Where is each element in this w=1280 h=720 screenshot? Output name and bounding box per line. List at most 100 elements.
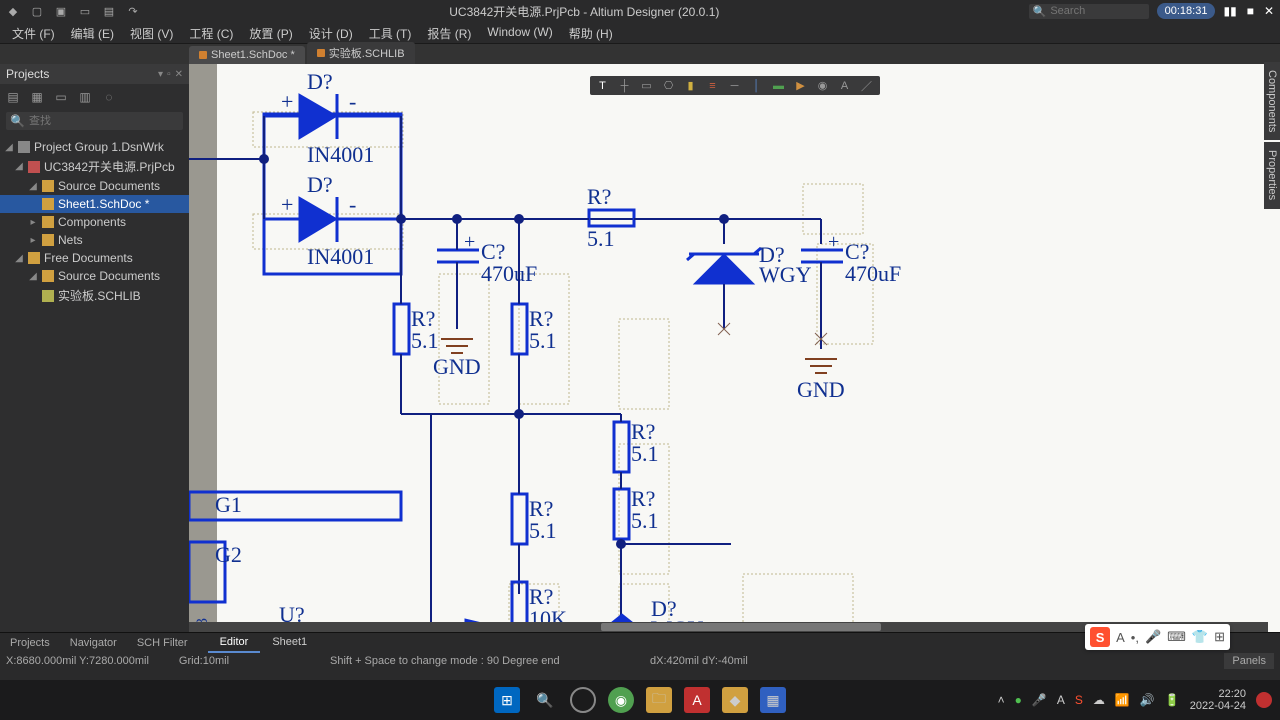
status-bar: X:8680.000mil Y:7280.000mil Grid:10mil S… (0, 652, 1280, 670)
tb-icon-2[interactable]: ▣ (54, 4, 68, 18)
ime-skin-icon[interactable]: 👕 (1192, 629, 1208, 645)
tool-poly-icon[interactable]: ▬ (769, 78, 789, 93)
stop-button[interactable]: ■ (1247, 4, 1254, 18)
menu-place[interactable]: 放置 (P) (241, 22, 300, 43)
app-icon[interactable]: ◆ (6, 4, 20, 18)
projects-search[interactable]: 🔍 (6, 112, 183, 130)
menu-help[interactable]: 帮助 (H) (561, 22, 621, 43)
tree-project[interactable]: ◢UC3842开关电源.PrjPcb (0, 156, 189, 177)
tool-net-icon[interactable]: ┼ (615, 78, 635, 93)
tray-notify-icon[interactable] (1256, 692, 1272, 708)
tool-icon-1[interactable]: ▤ (6, 90, 20, 104)
menu-design[interactable]: 设计 (D) (301, 22, 361, 43)
tree-srcdocs2[interactable]: ◢Source Documents (0, 267, 189, 285)
projects-search-input[interactable] (29, 115, 159, 127)
cortana-icon[interactable] (570, 687, 596, 713)
ime-toolbar[interactable]: S A •, 🎤 ⌨ 👕 ⊞ (1085, 624, 1230, 650)
tab-editor[interactable]: Editor (208, 633, 261, 653)
tree-srcdocs[interactable]: ◢Source Documents (0, 177, 189, 195)
start-button[interactable]: ⊞ (494, 687, 520, 713)
search-icon: 🔍 (1033, 5, 1047, 18)
close-button[interactable]: ✕ (1264, 4, 1274, 18)
tool-wire-icon[interactable]: │ (747, 78, 767, 93)
tool-harness-icon[interactable]: ◉ (813, 78, 833, 93)
taskbar: ⊞ 🔍 ◉ 🗀 A ◆ ▦ ˄ ● 🎤 A S ☁ 📶 🔊 🔋 22:20 20… (0, 680, 1280, 720)
tool-draw-icon[interactable]: ／ (857, 78, 877, 93)
tool-icon-4[interactable]: ▥ (78, 90, 92, 104)
ime-lang[interactable]: A (1116, 630, 1125, 645)
search-input[interactable] (1050, 5, 1130, 17)
ime-keyboard-icon[interactable]: ⌨ (1167, 629, 1186, 645)
ime-voice-icon[interactable]: 🎤 (1145, 629, 1161, 645)
menu-file[interactable]: 文件 (F) (4, 22, 63, 43)
tool-power-icon[interactable]: ≡ (703, 78, 723, 93)
tool-text-icon[interactable]: T (593, 78, 613, 93)
tab-sheet1-bottom[interactable]: Sheet1 (260, 633, 319, 653)
tool-bus-icon[interactable]: ▮ (681, 78, 701, 93)
tray-volume-icon[interactable]: 🔊 (1140, 693, 1155, 707)
menu-view[interactable]: 视图 (V) (122, 22, 181, 43)
tray-mic-icon[interactable]: 🎤 (1032, 693, 1047, 707)
tool-rect-icon[interactable]: ▭ (637, 78, 657, 93)
panels-button[interactable]: Panels (1224, 653, 1274, 669)
tree-srcdocs-label: Source Documents (58, 179, 160, 193)
menu-window[interactable]: Window (W) (479, 22, 560, 43)
tab-projects[interactable]: Projects (0, 634, 60, 652)
tree-freedocs[interactable]: ◢Free Documents (0, 249, 189, 267)
taskbar-search-icon[interactable]: 🔍 (532, 687, 558, 713)
tray-expand-icon[interactable]: ˄ (998, 693, 1005, 707)
app-icon-2[interactable]: ▦ (760, 687, 786, 713)
tray-app-icon[interactable]: ● (1015, 693, 1022, 707)
menu-edit[interactable]: 编辑 (E) (63, 22, 122, 43)
tool-line-icon[interactable]: ─ (725, 78, 745, 93)
panel-menu-icon[interactable]: ▾ (158, 69, 163, 80)
menu-tools[interactable]: 工具 (T) (361, 22, 420, 43)
svg-text:IN4001: IN4001 (307, 142, 374, 167)
autocad-icon[interactable]: A (684, 687, 710, 713)
tool-icon-3[interactable]: ▭ (54, 90, 68, 104)
menu-report[interactable]: 报告 (R) (419, 22, 479, 43)
svg-text:5.1: 5.1 (631, 441, 659, 466)
tree-components[interactable]: ▸Components (0, 213, 189, 231)
menu-project[interactable]: 工程 (C) (181, 22, 241, 43)
components-panel-tab[interactable]: Components (1264, 62, 1280, 140)
tool-part-icon[interactable]: ⎔ (659, 78, 679, 93)
ime-menu-icon[interactable]: ⊞ (1214, 629, 1225, 645)
properties-panel-tab[interactable]: Properties (1264, 142, 1280, 208)
global-search[interactable]: 🔍 (1029, 4, 1149, 19)
panel-pin-icon[interactable]: ▫ (167, 69, 171, 80)
tb-icon-1[interactable]: ▢ (30, 4, 44, 18)
tree-lib[interactable]: 实验板.SCHLIB (0, 285, 189, 306)
tray-clock[interactable]: 22:20 2022-04-24 (1190, 688, 1246, 712)
panel-close-icon[interactable]: ✕ (175, 69, 183, 80)
svg-text:-: - (349, 192, 356, 217)
tool-icon-2[interactable]: ▦ (30, 90, 44, 104)
tree-nets[interactable]: ▸Nets (0, 231, 189, 249)
tool-string-icon[interactable]: A (835, 78, 855, 93)
wechat-icon[interactable]: ◉ (608, 687, 634, 713)
schematic-canvas[interactable]: +- D? IN4001 +- D? IN4001 (189, 64, 1280, 632)
tray-lang[interactable]: A (1057, 693, 1065, 707)
tb-icon-3[interactable]: ▭ (78, 4, 92, 18)
tray-wifi-icon[interactable]: 📶 (1115, 693, 1130, 707)
tab-sheet1[interactable]: Sheet1.SchDoc * (189, 46, 305, 64)
tray-onedrive-icon[interactable]: ☁ (1093, 693, 1105, 707)
tree-sheet[interactable]: Sheet1.SchDoc * (0, 195, 189, 213)
projects-panel-header: Projects ▾▫✕ (0, 64, 189, 84)
tree-group[interactable]: ◢Project Group 1.DsnWrk (0, 138, 189, 156)
record-timer: 00:18:31 (1157, 3, 1216, 19)
tb-icon-5[interactable]: ↷ (126, 4, 140, 18)
explorer-icon[interactable]: 🗀 (646, 687, 672, 713)
ime-punct-icon[interactable]: •, (1131, 630, 1139, 645)
altium-icon[interactable]: ◆ (722, 687, 748, 713)
scrollbar-thumb[interactable] (601, 623, 881, 631)
tab-schlib[interactable]: 实验板.SCHLIB (307, 42, 415, 64)
tb-icon-4[interactable]: ▤ (102, 4, 116, 18)
tool-icon-5[interactable]: ◌ (102, 90, 116, 104)
tab-schfilter[interactable]: SCH Filter (127, 634, 198, 652)
tool-label-icon[interactable]: ▶ (791, 78, 811, 93)
tray-sogou-icon[interactable]: S (1075, 693, 1083, 707)
tab-navigator[interactable]: Navigator (60, 634, 127, 652)
tray-battery-icon[interactable]: 🔋 (1165, 693, 1180, 707)
pause-button[interactable]: ▮▮ (1223, 4, 1236, 18)
